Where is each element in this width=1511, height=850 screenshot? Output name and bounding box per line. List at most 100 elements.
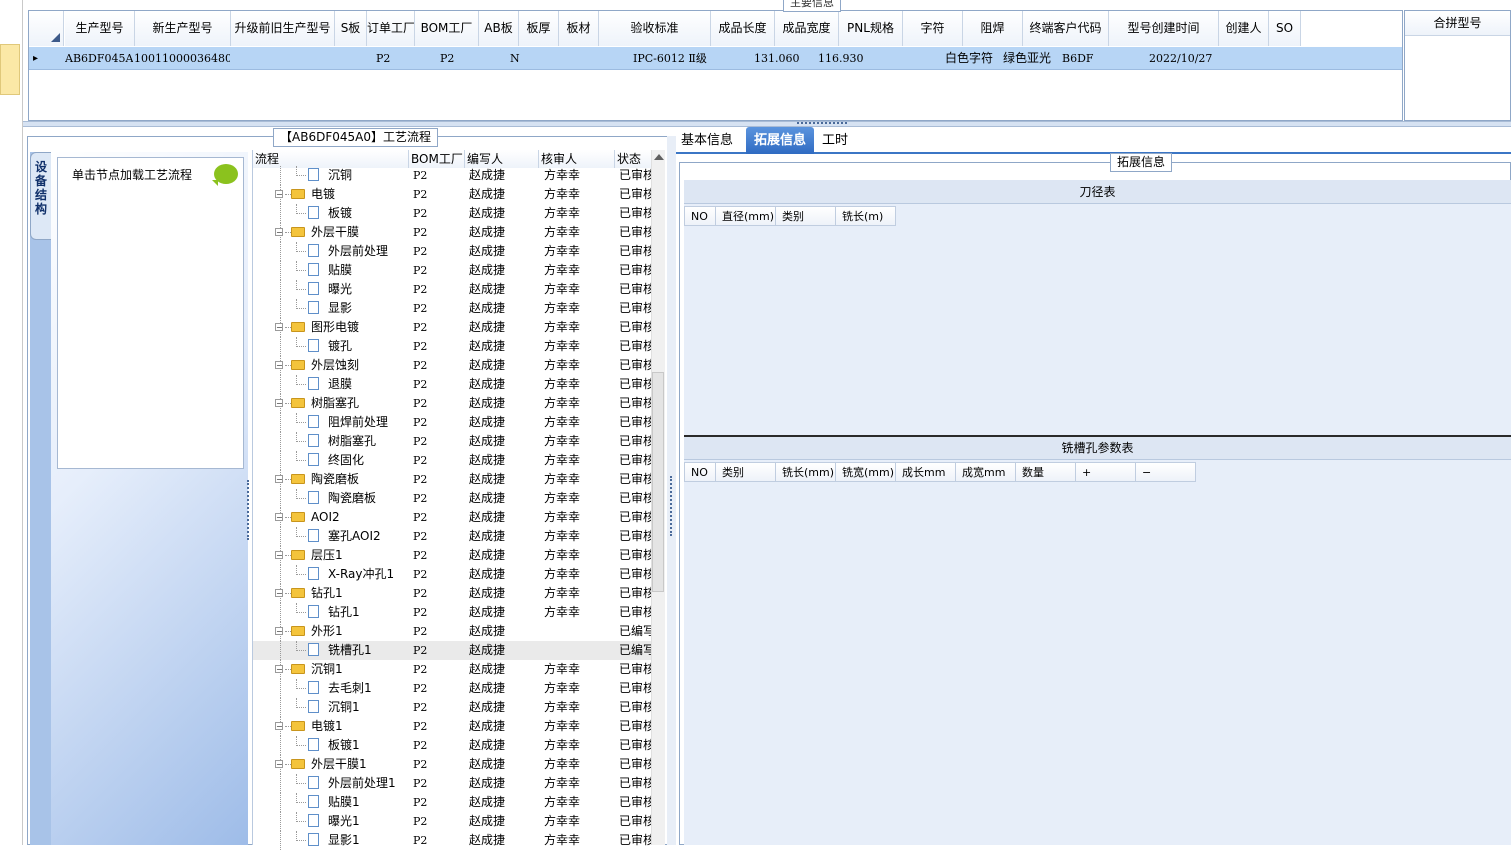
- cell-character[interactable]: 白色字符: [945, 47, 1001, 70]
- column-header[interactable]: 成品宽度: [775, 11, 839, 46]
- scroll-up-icon[interactable]: [654, 154, 664, 160]
- cell-acceptance-standard[interactable]: IPC-6012 Ⅱ级: [633, 47, 753, 70]
- column-header[interactable]: 升级前旧生产型号: [231, 11, 335, 46]
- column-header[interactable]: 成品长度: [711, 11, 775, 46]
- tree-row[interactable]: 显影 P2 赵成捷 方幸幸 已审核: [253, 299, 651, 318]
- collapse-icon[interactable]: −: [275, 760, 283, 769]
- column-header[interactable]: S板: [335, 11, 367, 46]
- column-header[interactable]: 字符: [903, 11, 963, 46]
- column-header[interactable]: 板厚: [519, 11, 559, 46]
- knife-column-header[interactable]: 类别: [776, 206, 836, 226]
- tree-row[interactable]: 塞孔AOI2 P2 赵成捷 方幸幸 已审核: [253, 527, 651, 546]
- tree-row[interactable]: − 钻孔1 P2 赵成捷 方幸幸 已审核: [253, 584, 651, 603]
- cell-new-production-model[interactable]: 10011000036480: [134, 47, 230, 70]
- tree-scrollbar-thumb[interactable]: [652, 372, 664, 592]
- tree-row[interactable]: 沉铜 P2 赵成捷 方幸幸 已审核: [253, 166, 651, 185]
- tree-row[interactable]: 阻焊前处理 P2 赵成捷 方幸幸 已审核: [253, 413, 651, 432]
- tree-row[interactable]: − 陶瓷磨板 P2 赵成捷 方幸幸 已审核: [253, 470, 651, 489]
- column-header[interactable]: 新生产型号: [135, 11, 231, 46]
- column-header[interactable]: 订单工厂: [367, 11, 415, 46]
- cell-order-factory[interactable]: P2: [376, 47, 400, 70]
- collapse-icon[interactable]: −: [275, 361, 283, 370]
- tree-row[interactable]: 板镀 P2 赵成捷 方幸幸 已审核: [253, 204, 651, 223]
- mill-column-header[interactable]: 铣长(mm): [776, 462, 836, 482]
- merge-model-header[interactable]: 合拼型号: [1405, 11, 1510, 36]
- cell-bom-factory[interactable]: P2: [440, 47, 464, 70]
- tree-row[interactable]: 镀孔 P2 赵成捷 方幸幸 已审核: [253, 337, 651, 356]
- tree-row[interactable]: 曝光1 P2 赵成捷 方幸幸 已审核: [253, 812, 651, 831]
- remove-row-button[interactable]: −: [1136, 462, 1196, 482]
- collapse-icon[interactable]: −: [275, 228, 283, 237]
- collapse-icon[interactable]: −: [275, 513, 283, 522]
- column-header[interactable]: 型号创建时间: [1109, 11, 1219, 46]
- left-collapsed-tab[interactable]: [0, 44, 20, 95]
- column-header[interactable]: AB板: [479, 11, 519, 46]
- cell-finished-length[interactable]: 131.060: [754, 47, 814, 70]
- tree-row[interactable]: 去毛刺1 P2 赵成捷 方幸幸 已审核: [253, 679, 651, 698]
- tree-row[interactable]: 树脂塞孔 P2 赵成捷 方幸幸 已审核: [253, 432, 651, 451]
- cell-finished-width[interactable]: 116.930: [818, 47, 878, 70]
- add-row-button[interactable]: +: [1076, 462, 1136, 482]
- collapse-icon[interactable]: −: [275, 551, 283, 560]
- collapse-icon[interactable]: −: [275, 665, 283, 674]
- column-header[interactable]: BOM工厂: [415, 11, 479, 46]
- column-header[interactable]: 终端客户代码: [1023, 11, 1109, 46]
- tab-extended-info[interactable]: 拓展信息: [746, 127, 814, 154]
- cell-model-create-time[interactable]: 2022/10/27: [1149, 47, 1249, 70]
- tree-row[interactable]: 退膜 P2 赵成捷 方幸幸 已审核: [253, 375, 651, 394]
- tree-row[interactable]: 沉铜1 P2 赵成捷 方幸幸 已审核: [253, 698, 651, 717]
- column-header[interactable]: 阻焊: [963, 11, 1023, 46]
- mill-column-header[interactable]: NO: [684, 462, 716, 482]
- collapse-icon[interactable]: −: [275, 190, 283, 199]
- tree-row[interactable]: 贴膜 P2 赵成捷 方幸幸 已审核: [253, 261, 651, 280]
- tree-row[interactable]: − 外形1 P2 赵成捷 已编写: [253, 622, 651, 641]
- tree-row[interactable]: 钻孔1 P2 赵成捷 方幸幸 已审核: [253, 603, 651, 622]
- tree-row[interactable]: 板镀1 P2 赵成捷 方幸幸 已审核: [253, 736, 651, 755]
- tree-row[interactable]: − 电镀 P2 赵成捷 方幸幸 已审核: [253, 185, 651, 204]
- column-header[interactable]: 板材: [559, 11, 599, 46]
- collapse-icon[interactable]: −: [275, 475, 283, 484]
- tree-row[interactable]: − 外层干膜1 P2 赵成捷 方幸幸 已审核: [253, 755, 651, 774]
- tree-row[interactable]: 曝光 P2 赵成捷 方幸幸 已审核: [253, 280, 651, 299]
- tree-row[interactable]: − 电镀1 P2 赵成捷 方幸幸 已审核: [253, 717, 651, 736]
- tree-row[interactable]: 终固化 P2 赵成捷 方幸幸 已审核: [253, 451, 651, 470]
- tree-row[interactable]: − 沉铜1 P2 赵成捷 方幸幸 已审核: [253, 660, 651, 679]
- collapse-icon[interactable]: −: [275, 589, 283, 598]
- cell-solder-mask[interactable]: 绿色亚光: [1003, 47, 1059, 70]
- tree-row[interactable]: 外层前处理 P2 赵成捷 方幸幸 已审核: [253, 242, 651, 261]
- tree-row[interactable]: 外层前处理1 P2 赵成捷 方幸幸 已审核: [253, 774, 651, 793]
- tree-row[interactable]: − 图形电镀 P2 赵成捷 方幸幸 已审核: [253, 318, 651, 337]
- tree-row[interactable]: 铣槽孔1 P2 赵成捷 已编写: [253, 641, 651, 660]
- grid-corner[interactable]: [29, 11, 64, 46]
- tab-basic-info[interactable]: 基本信息: [678, 127, 736, 154]
- cell-end-customer-code[interactable]: B6DF: [1062, 47, 1122, 70]
- tree-row[interactable]: − 树脂塞孔 P2 赵成捷 方幸幸 已审核: [253, 394, 651, 413]
- mill-column-header[interactable]: 数量: [1016, 462, 1076, 482]
- vertical-splitter-left[interactable]: [246, 480, 251, 540]
- knife-column-header[interactable]: 铣长(m): [836, 206, 896, 226]
- mill-column-header[interactable]: 成宽mm: [956, 462, 1016, 482]
- tree-row[interactable]: 陶瓷磨板 P2 赵成捷 方幸幸 已审核: [253, 489, 651, 508]
- column-header[interactable]: 验收标准: [599, 11, 711, 46]
- cell-production-model[interactable]: AB6DF045A0: [65, 47, 133, 70]
- tree-row[interactable]: 贴膜1 P2 赵成捷 方幸幸 已审核: [253, 793, 651, 812]
- tab-work-hours[interactable]: 工时: [818, 127, 852, 154]
- knife-column-header[interactable]: 直径(mm): [716, 206, 776, 226]
- cell-ab-board[interactable]: N: [510, 47, 524, 70]
- tree-row[interactable]: X-Ray冲孔1 P2 赵成捷 方幸幸 已审核: [253, 565, 651, 584]
- tree-row[interactable]: − 外层蚀刻 P2 赵成捷 方幸幸 已审核: [253, 356, 651, 375]
- column-header[interactable]: SO: [1269, 11, 1301, 46]
- collapse-icon[interactable]: −: [275, 722, 283, 731]
- column-header[interactable]: 生产型号: [65, 11, 135, 46]
- collapse-icon[interactable]: −: [275, 323, 283, 332]
- mill-column-header[interactable]: 铣宽(mm): [836, 462, 896, 482]
- vertical-splitter-right[interactable]: [667, 136, 676, 845]
- collapse-icon[interactable]: −: [275, 399, 283, 408]
- column-header[interactable]: PNL规格: [839, 11, 903, 46]
- collapse-icon[interactable]: −: [275, 627, 283, 636]
- tree-row[interactable]: 显影1 P2 赵成捷 方幸幸 已审核: [253, 831, 651, 850]
- tree-row[interactable]: − 层压1 P2 赵成捷 方幸幸 已审核: [253, 546, 651, 565]
- hint-box[interactable]: 单击节点加载工艺流程: [57, 157, 244, 469]
- knife-column-header[interactable]: NO: [684, 206, 716, 226]
- tree-row[interactable]: − AOI2 P2 赵成捷 方幸幸 已审核: [253, 508, 651, 527]
